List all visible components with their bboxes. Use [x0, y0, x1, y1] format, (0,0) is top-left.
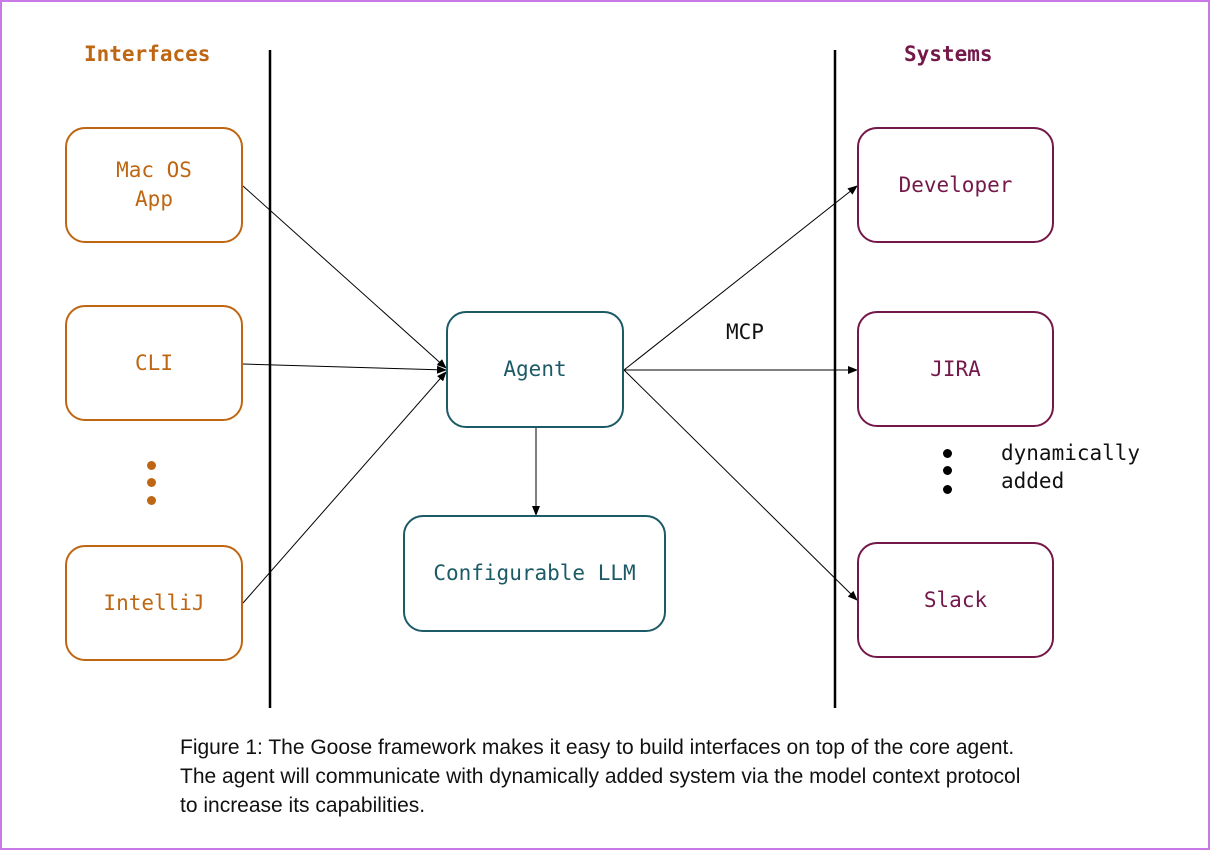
arrow-macos-to-agent: [242, 185, 447, 369]
system-node-jira[interactable]: JIRA: [857, 311, 1054, 427]
agent-node[interactable]: Agent: [446, 311, 624, 428]
system-label: JIRA: [930, 356, 981, 381]
system-label: Developer: [898, 172, 1013, 197]
interface-label: CLI: [135, 350, 173, 375]
systems-heading: Systems: [904, 42, 993, 66]
system-node-developer[interactable]: Developer: [857, 127, 1054, 243]
ellipsis-dot: [147, 461, 156, 470]
ellipsis-dot: [943, 485, 952, 494]
agent-label: Agent: [503, 357, 567, 381]
llm-label: Configurable LLM: [433, 561, 636, 585]
system-label: Slack: [923, 587, 988, 612]
ellipsis-dot: [147, 496, 156, 505]
ellipsis-dot: [147, 478, 156, 487]
dynamic-label-line1: dynamically: [1001, 441, 1141, 465]
arrow-cli-to-agent: [242, 363, 447, 374]
dynamic-label-line2: added: [1001, 469, 1065, 493]
interface-label: IntelliJ: [103, 590, 205, 615]
interface-label: Mac OS App: [116, 158, 192, 211]
interface-node-cli[interactable]: CLI: [65, 305, 243, 421]
figure-caption: Figure 1: The Goose framework makes it e…: [180, 736, 1021, 817]
mcp-label: MCP: [726, 320, 764, 344]
interfaces-heading: Interfaces: [84, 42, 211, 66]
interface-node-macos[interactable]: Mac OS App: [65, 127, 243, 243]
llm-node[interactable]: Configurable LLM: [403, 515, 666, 632]
ellipsis-dot: [943, 466, 952, 475]
ellipsis-dot: [943, 449, 952, 458]
system-node-slack[interactable]: Slack: [857, 542, 1054, 658]
interface-node-intellij[interactable]: IntelliJ: [65, 545, 243, 661]
